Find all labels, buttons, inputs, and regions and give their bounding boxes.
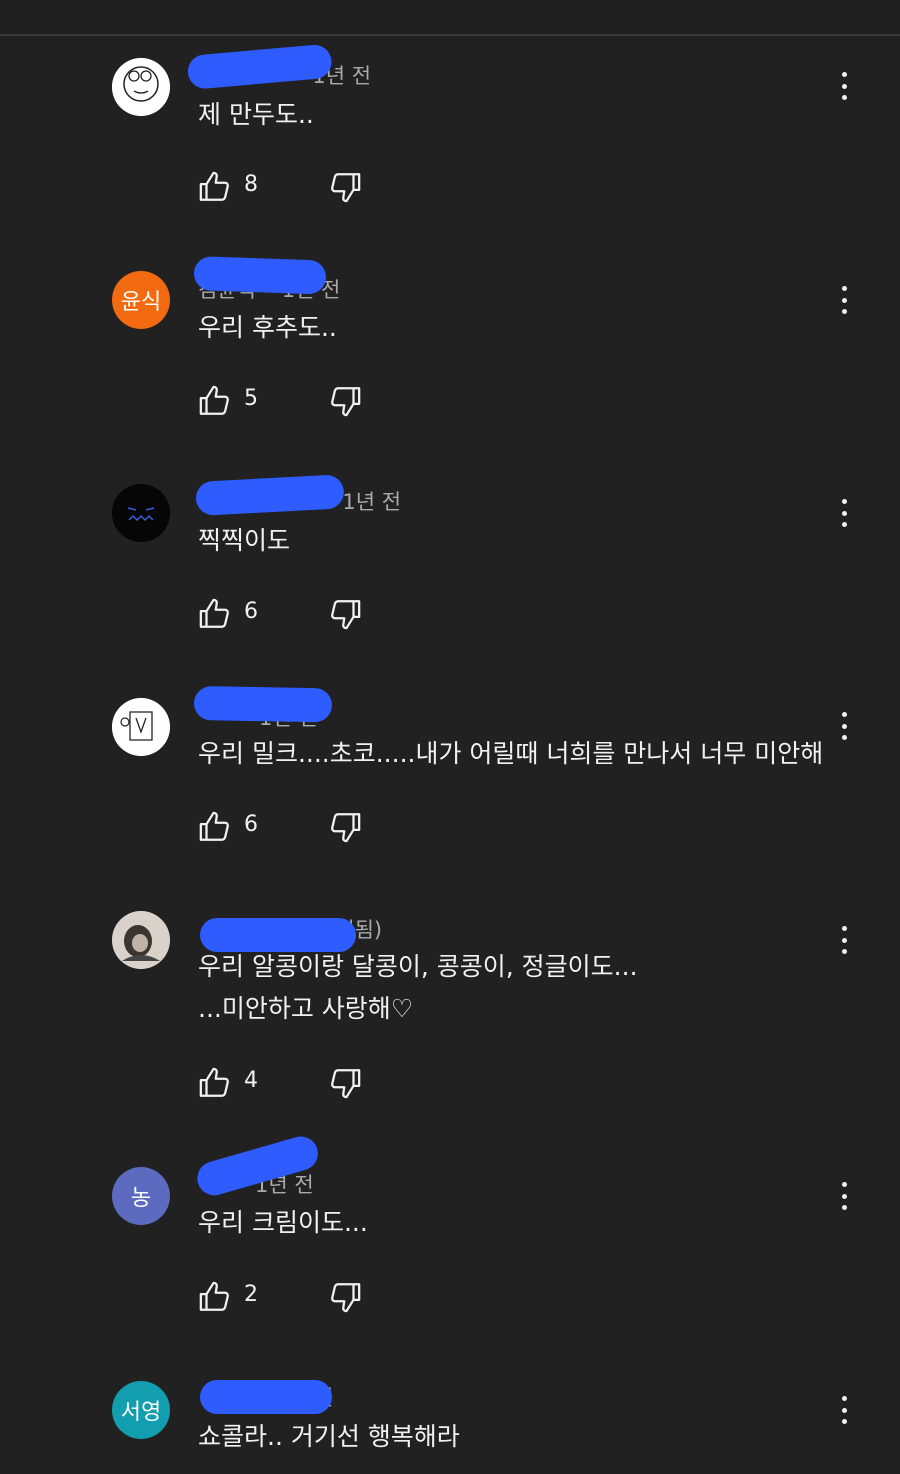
comment-actions: 8	[198, 170, 398, 206]
redaction-mark	[193, 686, 333, 723]
like-count: 4	[244, 1068, 258, 1093]
thumbs-down-icon[interactable]	[328, 597, 362, 631]
redaction-mark	[193, 256, 327, 295]
thumbs-up-icon[interactable]	[198, 810, 232, 844]
more-vert-icon[interactable]	[832, 495, 856, 531]
comment-text: 쇼콜라.. 거기선 행복해라	[198, 1422, 460, 1451]
more-vert-icon[interactable]	[832, 282, 856, 318]
avatar-letters: 서영	[120, 1400, 162, 1425]
thumbs-down-icon[interactable]	[328, 810, 362, 844]
thumbs-up-icon[interactable]	[198, 384, 232, 418]
more-vert-icon[interactable]	[832, 922, 856, 958]
avatar[interactable]	[112, 484, 170, 542]
thumbs-down-icon[interactable]	[328, 170, 362, 204]
comment-actions: 5	[198, 384, 398, 420]
comment-actions: 6	[198, 597, 398, 633]
more-vert-icon[interactable]	[832, 1178, 856, 1214]
avatar-letters: 농	[130, 1186, 152, 1211]
avatar[interactable]: 서영	[112, 1381, 170, 1439]
thumbs-down-icon[interactable]	[328, 1280, 362, 1314]
avatar[interactable]: 윤식	[112, 271, 170, 329]
more-vert-icon[interactable]	[832, 708, 856, 744]
like-count: 6	[244, 812, 258, 837]
top-app-bar	[0, 0, 900, 36]
avatar[interactable]	[112, 58, 170, 116]
like-count: 8	[244, 172, 258, 197]
thumbs-up-icon[interactable]	[198, 1280, 232, 1314]
comment-actions: 2	[198, 1280, 398, 1316]
thumbs-up-icon[interactable]	[198, 1066, 232, 1100]
avatar[interactable]	[112, 698, 170, 756]
more-vert-icon[interactable]	[832, 68, 856, 104]
thumbs-down-icon[interactable]	[328, 1066, 362, 1100]
thumbs-up-icon[interactable]	[198, 597, 232, 631]
like-count: 5	[244, 386, 258, 411]
comment-text: 우리 밀크....초코.....내가 어릴때 너희를 만나서 너무 미안해	[198, 739, 824, 768]
comment-text: 우리 알콩이랑 달콩이, 콩콩이, 정글이도... ...미안하고 사랑해♡	[198, 952, 638, 1023]
avatar-dark-face-icon	[112, 484, 170, 542]
avatar[interactable]	[112, 911, 170, 969]
like-count: 2	[244, 1282, 258, 1307]
comment-text: 제 만두도..	[198, 100, 314, 129]
comment-actions: 4	[198, 1066, 398, 1102]
redaction-mark	[200, 1380, 332, 1414]
more-vert-icon[interactable]	[832, 1392, 856, 1428]
avatar[interactable]: 농	[112, 1167, 170, 1225]
thumbs-down-icon[interactable]	[328, 384, 362, 418]
avatar-drawing-icon	[112, 58, 170, 116]
avatar-letters: 윤식	[120, 290, 162, 315]
thumbs-up-icon[interactable]	[198, 170, 232, 204]
comment-text: 우리 크림이도...	[198, 1208, 368, 1237]
redaction-mark	[195, 474, 345, 516]
comment-text: 찍찍이도	[198, 526, 291, 555]
avatar-photo-icon	[112, 911, 170, 969]
avatar-drawing-icon	[112, 698, 170, 756]
like-count: 6	[244, 599, 258, 624]
comment-actions: 6	[198, 810, 398, 846]
comment-text: 우리 후추도..	[198, 313, 337, 342]
